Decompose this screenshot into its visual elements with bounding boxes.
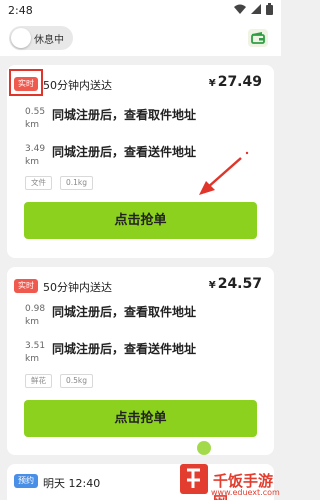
annotation-arrow (195, 150, 255, 204)
currency-symbol: ¥ (208, 280, 216, 291)
pickup-distance-unit: km (25, 317, 39, 327)
dropoff-address: 同城注册后，查看送件地址 (52, 342, 197, 356)
dropoff-distance: 3.49 (25, 144, 46, 154)
scheduled-time: 明天 12:40 (43, 477, 101, 490)
pickup-distance: 0.55 (25, 107, 46, 117)
dropoff-distance: 3.51 (25, 341, 46, 351)
pickup-distance-unit: km (25, 120, 39, 130)
wallet-icon (246, 29, 270, 54)
item-type-tag: 鲜花 (25, 374, 52, 388)
currency-symbol: ¥ (208, 78, 216, 89)
dropoff-distance-unit: km (25, 354, 39, 364)
order-price: ¥24.57 (209, 276, 262, 292)
status-icons (234, 3, 273, 15)
item-type-tag: 文件 (25, 176, 52, 190)
realtime-badge: 实时 (14, 279, 38, 293)
watermark-logo (178, 440, 212, 500)
price-value: 27.49 (217, 74, 262, 90)
item-weight-tag: 0.5kg (60, 374, 94, 388)
top-bar: 休息中 (0, 22, 281, 56)
status-time: 2:48 (8, 4, 33, 17)
wallet-button[interactable] (246, 26, 270, 50)
scheduled-badge: 预约 (14, 474, 38, 488)
battery-icon (266, 3, 273, 15)
item-weight-tag: 0.1kg (60, 176, 94, 190)
toggle-knob (11, 28, 31, 48)
order-price: ¥27.49 (209, 74, 262, 90)
dropoff-address: 同城注册后，查看送件地址 (52, 145, 197, 159)
rest-status-toggle[interactable]: 休息中 (9, 26, 73, 50)
watermark-url: www.eduext.com (211, 488, 280, 497)
wifi-icon (234, 4, 246, 14)
price-value: 24.57 (217, 276, 262, 292)
toggle-label: 休息中 (34, 35, 64, 46)
delivery-time: 50分钟内送达 (43, 281, 112, 294)
order-card: 实时 50分钟内送达 ¥24.57 0.98 km 同城注册后，查看取件地址 3… (7, 267, 274, 455)
pickup-address: 同城注册后，查看取件地址 (52, 108, 197, 122)
delivery-time: 50分钟内送达 (43, 79, 112, 92)
pickup-distance: 0.98 (25, 304, 46, 314)
dropoff-distance-unit: km (25, 157, 39, 167)
pickup-address: 同城注册后，查看取件地址 (52, 305, 197, 319)
grab-order-button[interactable]: 点击抢单 (24, 400, 257, 437)
grab-order-button[interactable]: 点击抢单 (24, 202, 257, 239)
status-bar: 2:48 (0, 0, 281, 22)
annotation-highlight-box (9, 69, 43, 96)
signal-icon (251, 4, 261, 14)
